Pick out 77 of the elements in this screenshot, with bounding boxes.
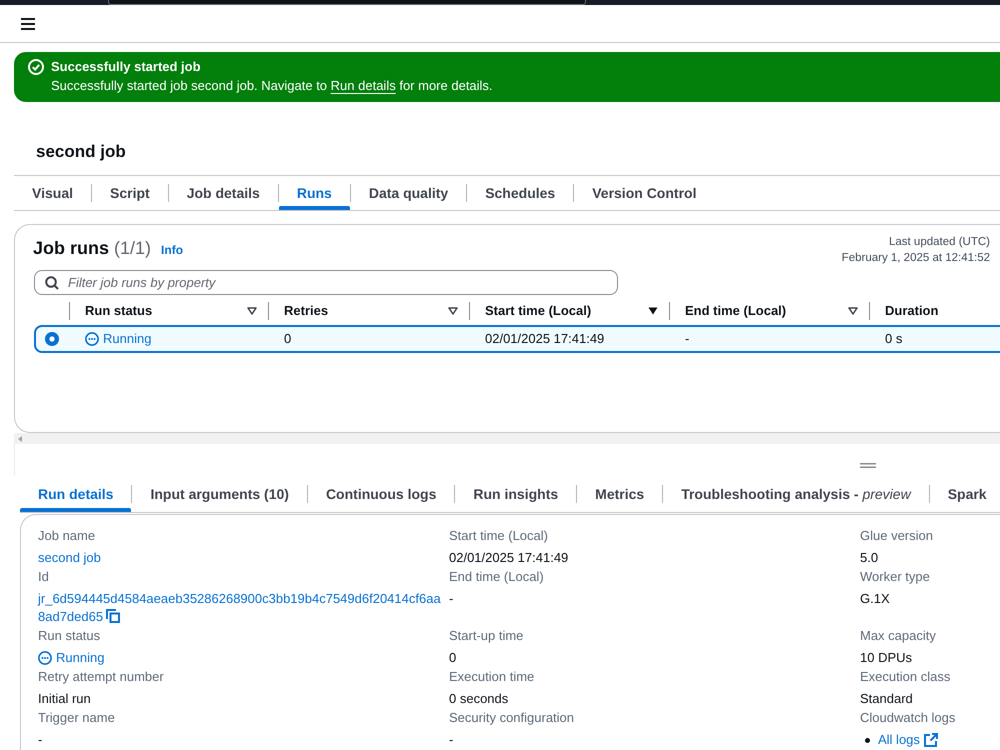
- table-cell-text: 02/01/2025 17:41:49: [485, 330, 604, 348]
- field-label: Execution class: [860, 669, 950, 684]
- ellipsis-circle-icon: [85, 332, 99, 346]
- tab[interactable]: Troubleshooting analysis - preview: [663, 476, 929, 512]
- tab[interactable]: Runs: [278, 176, 350, 210]
- field-value: Standard: [860, 691, 913, 706]
- tab[interactable]: Run details: [20, 476, 132, 512]
- field-value: 0 seconds: [449, 691, 508, 706]
- all-logs-link[interactable]: All logs: [878, 731, 938, 749]
- field-value: Initial run: [38, 691, 91, 706]
- radio-button[interactable]: [45, 332, 59, 346]
- field-label: Execution time: [449, 669, 534, 684]
- field-value: -: [449, 732, 454, 747]
- field-label: Worker type: [860, 569, 930, 584]
- bullet-icon: [865, 738, 870, 742]
- field-label: Retry attempt number: [38, 669, 164, 684]
- field-value: 0: [449, 650, 456, 665]
- filter-field[interactable]: Filter job runs by property: [34, 270, 618, 295]
- tab[interactable]: Metrics: [577, 476, 662, 512]
- table-cell-text: -: [685, 330, 690, 348]
- copy-icon[interactable]: [106, 609, 120, 623]
- drag-handle-icon[interactable]: [860, 463, 876, 468]
- field-value: -: [449, 591, 454, 606]
- run-details-link[interactable]: Run details: [330, 78, 396, 93]
- tab[interactable]: Script: [92, 176, 168, 210]
- field-label: Security configuration: [449, 710, 574, 725]
- field-label: Trigger name: [38, 710, 115, 725]
- tab[interactable]: Schedules: [467, 176, 574, 210]
- tab[interactable]: Version Control: [574, 176, 714, 210]
- field-value: -: [38, 732, 42, 747]
- column-header[interactable]: End time (Local): [670, 297, 869, 325]
- info-link[interactable]: Info: [161, 241, 184, 259]
- tab[interactable]: Input arguments (10): [132, 476, 307, 512]
- menu-icon: [21, 18, 35, 30]
- ellipsis-circle-icon: [38, 651, 52, 665]
- run-id-link[interactable]: jr_6d594445d4584aeaeb35286268900c3bb19b4c7549d6f20414cf6aa8ad7ded65: [38, 590, 446, 626]
- field-label: Start-up time: [449, 628, 524, 643]
- column-header[interactable]: Start time (Local): [470, 297, 669, 325]
- table-row[interactable]: Running 0 02/01/2025 17:41:49 - 0 s: [34, 325, 1000, 353]
- check-circle-icon: [28, 59, 44, 75]
- field-label: Cloudwatch logs: [860, 710, 956, 725]
- last-updated-label: Last updated (UTC): [889, 235, 990, 250]
- external-link-icon: [924, 733, 938, 747]
- job-name-link[interactable]: second job: [38, 550, 101, 565]
- status-text: Running: [56, 649, 104, 667]
- column-header[interactable]: Run status: [70, 297, 268, 325]
- field-value: 02/01/2025 17:41:49: [449, 550, 568, 565]
- field-value: G.1X: [860, 591, 890, 606]
- field-label: Id: [38, 569, 49, 584]
- search-icon: [45, 276, 59, 290]
- tab[interactable]: Spark: [930, 476, 1000, 512]
- status-text: Running: [103, 330, 152, 348]
- table-cell-text: 0: [284, 330, 292, 348]
- tab[interactable]: Job details: [168, 176, 278, 210]
- field-value: 5.0: [860, 550, 878, 565]
- menu-button[interactable]: [21, 18, 35, 30]
- panel-title: Job runs: [33, 237, 110, 260]
- last-updated-time: February 1, 2025 at 12:41:52: [842, 251, 990, 266]
- field-label: End time (Local): [449, 569, 544, 584]
- banner-title: Successfully started job: [51, 58, 202, 76]
- field-label: Run status: [38, 628, 100, 643]
- tab[interactable]: Run insights: [455, 476, 576, 512]
- column-header[interactable]: Duration: [870, 297, 1000, 325]
- tab[interactable]: Continuous logs: [308, 476, 454, 512]
- field-label: Max capacity: [860, 628, 936, 643]
- page-title: second job: [36, 141, 127, 163]
- table-cell-text: 0 s: [885, 330, 902, 348]
- banner-message: Successfully started job second job. Navigate to Run details for more details.: [51, 77, 493, 95]
- tab[interactable]: Data quality: [350, 176, 466, 210]
- run-count: (1/1): [114, 237, 152, 260]
- field-label: Glue version: [860, 528, 933, 543]
- field-value: 10 DPUs: [860, 650, 912, 665]
- field-label: Start time (Local): [449, 528, 548, 543]
- field-label: Job name: [38, 528, 96, 543]
- horizontal-scrollbar[interactable]: [14, 433, 1000, 444]
- tab[interactable]: Visual: [14, 176, 91, 210]
- column-header[interactable]: Retries: [269, 297, 469, 325]
